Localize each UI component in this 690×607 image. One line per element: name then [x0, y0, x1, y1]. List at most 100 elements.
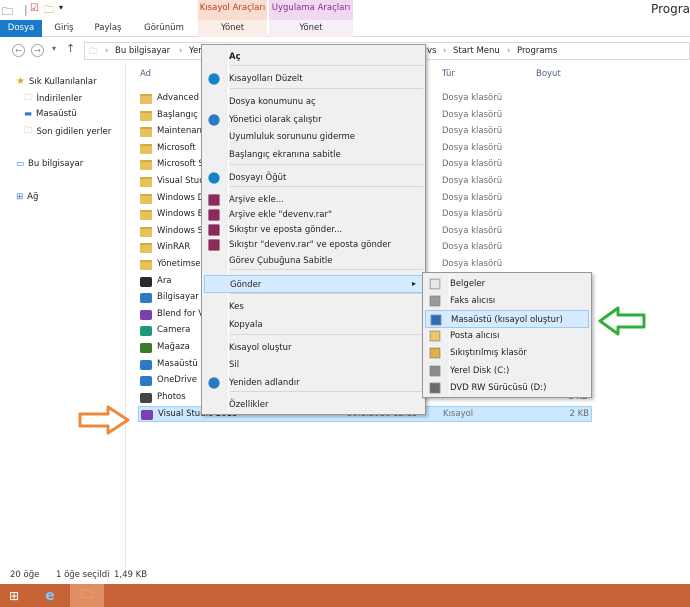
breadcrumb-separator: › [105, 46, 109, 56]
context-menu-item[interactable]: Dosya konumunu aç [204, 93, 423, 111]
app-shortcut-icon [140, 276, 152, 287]
forward-button[interactable]: → [31, 44, 44, 57]
nav-item-downloads[interactable]: 🗀 İndirilenler [24, 92, 82, 106]
menu-item-label: Dosyayı Öğüt [229, 173, 287, 183]
context-menu-item[interactable]: Başlangıç ekranına sabitle [204, 146, 423, 164]
context-menu-item[interactable]: Kısayol oluştur [204, 339, 423, 357]
context-menu-item[interactable]: Özellikler [204, 396, 423, 414]
send-to-item[interactable]: Belgeler [425, 275, 589, 293]
selected-count: 1 öğe seçildi [56, 570, 110, 580]
file-name: Visual Stud [157, 176, 205, 186]
context-menu-item[interactable]: Kısayolları Düzelt [204, 70, 423, 88]
app-shortcut-icon [140, 392, 152, 403]
new-folder-icon[interactable]: 🗀 [44, 3, 54, 20]
uac-shield-icon [208, 377, 220, 389]
menu-item-label: Kısayolları Düzelt [229, 74, 303, 84]
recent-places-icon: 🗀 [24, 126, 33, 136]
tab-file[interactable]: Dosya [0, 20, 42, 37]
send-to-item[interactable]: Faks alıcısı [425, 292, 589, 310]
breadcrumb-this-pc[interactable]: Bu bilgisayar [115, 46, 170, 56]
mail-icon [429, 330, 441, 342]
send-to-item[interactable]: Masaüstü (kısayol oluştur) [425, 309, 589, 328]
menu-item-label: Kes [229, 302, 244, 312]
tab-home[interactable]: Giriş [46, 20, 82, 37]
up-button[interactable]: ↑ [66, 42, 75, 55]
file-type: Dosya klasörü [442, 126, 503, 137]
chevron-down-icon[interactable]: ▾ [59, 3, 63, 12]
column-header-name[interactable]: Ad [140, 69, 151, 79]
file-name: Bilgisayar a [157, 292, 207, 303]
nav-this-pc[interactable]: ▭ Bu bilgisayar [16, 159, 83, 169]
tab-manage-shortcut[interactable]: Yönet [198, 20, 267, 37]
menu-item-label: Görev Çubuğuna Sabitle [229, 256, 333, 266]
properties-icon[interactable]: ☑ [30, 3, 39, 14]
folder-icon [140, 160, 152, 171]
breadcrumb-separator: › [443, 46, 447, 56]
send-to-item[interactable]: Sıkıştırılmış klasör [425, 344, 589, 362]
menu-item-label: Sıkıştır "devenv.rar" ve eposta gönder [229, 240, 391, 250]
column-header-size[interactable]: Boyut [536, 69, 561, 79]
menu-item-label: Sıkıştır ve eposta gönder... [229, 225, 343, 235]
winrar-icon [208, 224, 220, 236]
downloads-folder-icon: 🗀 [24, 93, 33, 103]
nav-item-desktop[interactable]: ▬ Masaüstü [24, 109, 77, 119]
breadcrumb-folder[interactable]: vs [427, 46, 436, 56]
windows-start-icon[interactable]: ⊞ [6, 588, 22, 604]
nav-item-recent[interactable]: 🗀 Son gidilen yerler [24, 125, 111, 139]
column-header-type[interactable]: Tür [442, 69, 455, 79]
nav-quick-access[interactable]: ★ Sık Kullanılanlar [16, 76, 97, 87]
uac-shield-icon [208, 114, 220, 126]
send-to-item[interactable]: Yerel Disk (C:) [425, 362, 589, 380]
file-type: Dosya klasörü [442, 109, 503, 120]
context-menu-item[interactable]: Yeniden adlandır [204, 374, 423, 392]
fix-shortcuts-icon [208, 73, 220, 85]
dvd-drive-icon [429, 382, 441, 394]
back-button[interactable]: ← [12, 44, 25, 57]
file-type: Dosya klasörü [442, 209, 503, 220]
taskbar: ⊞ e 🗀 [0, 584, 690, 607]
nav-network[interactable]: ⊞ Ağ [16, 192, 38, 202]
context-menu-item[interactable]: Dosyayı Öğüt [204, 169, 423, 187]
folder-icon: 🗀 [89, 47, 98, 57]
context-menu-item[interactable]: Sil [204, 356, 423, 374]
context-menu-item[interactable]: Kopyala [204, 316, 423, 334]
tab-view[interactable]: Görünüm [134, 20, 194, 37]
context-tab-shortcut-tools: Kısayol Araçları [198, 0, 267, 20]
file-name: Başlangıç [157, 109, 198, 120]
app-shortcut-icon [140, 293, 152, 304]
file-name: Windows E [157, 209, 204, 220]
send-to-item[interactable]: DVD RW Sürücüsü (D:) [425, 379, 589, 397]
shred-icon [208, 172, 220, 184]
menu-item-label: Faks alıcısı [450, 296, 496, 307]
internet-explorer-icon[interactable]: e [38, 586, 62, 606]
file-name: Microsoft S [157, 159, 204, 170]
breadcrumb-start-menu[interactable]: Start Menu [453, 46, 500, 56]
tab-manage-app[interactable]: Yönet [269, 20, 353, 37]
zip-folder-icon [429, 347, 441, 359]
menu-item-label: Posta alıcısı [450, 330, 500, 341]
context-menu-item[interactable]: Gönder ▸ [204, 275, 423, 293]
separator: | [24, 3, 28, 16]
context-menu-item[interactable]: Görev Çubuğuna Sabitle [204, 252, 423, 270]
menu-item-label: Uyumluluk sorununu giderme [229, 132, 356, 142]
menu-item-label: Arşive ekle "devenv.rar" [229, 210, 332, 220]
chevron-right-icon: ▸ [411, 279, 416, 288]
file-name: Photos [157, 391, 186, 402]
context-menu-item[interactable]: Uyumluluk sorununu giderme [204, 128, 423, 146]
app-shortcut-icon [140, 359, 152, 370]
green-arrow-icon [598, 306, 646, 336]
navigation-pane: ★ Sık Kullanılanlar 🗀 İndirilenler ▬ Masaüs… [0, 62, 126, 568]
status-bar: 20 öğe 1 öğe seçildi 1,49 KB [0, 568, 690, 584]
breadcrumb-folder[interactable]: Yer [189, 46, 202, 56]
tab-share[interactable]: Paylaş [86, 20, 130, 37]
file-explorer-icon[interactable]: 🗀 [70, 584, 104, 607]
context-menu-item[interactable]: Kes [204, 298, 423, 316]
context-menu-item[interactable]: Aç [204, 48, 423, 66]
menu-item-label: DVD RW Sürücüsü (D:) [450, 382, 547, 393]
recent-chevron-icon[interactable]: ▾ [52, 44, 56, 53]
breadcrumb-programs[interactable]: Programs [517, 46, 557, 56]
title-bar: 🗀 | ☑ 🗀 ▾ Kısayol Araçları Uygulama Araç… [0, 0, 690, 20]
context-menu-item[interactable]: Yönetici olarak çalıştır [204, 111, 423, 129]
send-to-item[interactable]: Posta alıcısı [425, 327, 589, 345]
file-name: Mağaza [157, 342, 190, 352]
